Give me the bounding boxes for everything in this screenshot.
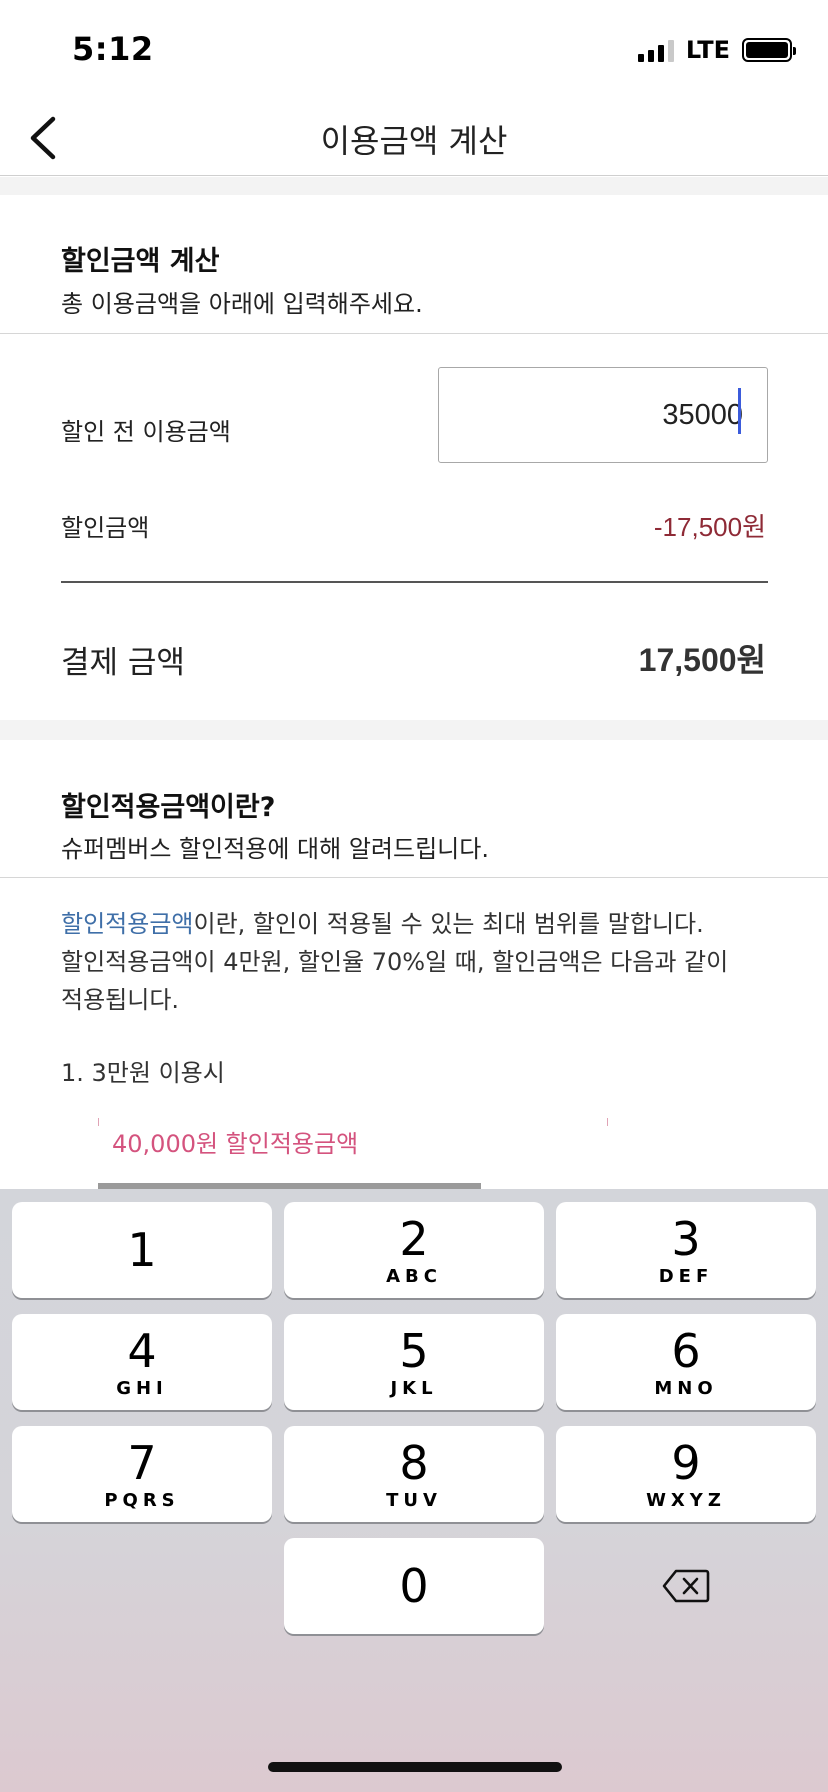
section-gap — [0, 177, 828, 195]
total-divider — [61, 581, 768, 583]
key-3[interactable]: 3 DEF — [556, 1202, 816, 1298]
highlight-term: 할인적용금액 — [61, 910, 194, 938]
key-4[interactable]: 4 GHI — [12, 1314, 272, 1410]
info-section-title: 할인적용금액이란? — [61, 792, 276, 823]
key-2[interactable]: 2 ABC — [284, 1202, 544, 1298]
section-gap — [0, 720, 828, 740]
info-section-subtitle: 슈퍼멤버스 할인적용에 대해 알려드립니다. — [61, 835, 489, 863]
key-6[interactable]: 6 MNO — [556, 1314, 816, 1410]
key-number: 2 — [399, 1211, 429, 1266]
key-number: 3 — [671, 1211, 701, 1266]
key-8[interactable]: 8 TUV — [284, 1426, 544, 1522]
key-9[interactable]: 9 WXYZ — [556, 1426, 816, 1522]
key-number: 6 — [671, 1323, 701, 1378]
status-bar: 5:12 LTE — [0, 0, 828, 100]
payment-amount: 17,500원 — [638, 642, 766, 678]
key-0[interactable]: 0 — [284, 1538, 544, 1634]
key-letters: PQRS — [104, 1489, 180, 1511]
delete-key[interactable] — [556, 1538, 816, 1634]
example-step-1: 1. 3만원 이용시 — [61, 1059, 225, 1087]
status-indicators: LTE — [637, 36, 796, 64]
key-letters: GHI — [116, 1377, 168, 1399]
key-letters: WXYZ — [646, 1489, 726, 1511]
calc-section-subtitle: 총 이용금액을 아래에 입력해주세요. — [61, 290, 423, 318]
key-5[interactable]: 5 JKL — [284, 1314, 544, 1410]
signal-icon — [637, 38, 674, 62]
divider — [0, 333, 828, 334]
key-number: 7 — [127, 1435, 157, 1490]
key-letters: ABC — [386, 1265, 442, 1287]
key-number: 5 — [399, 1323, 429, 1378]
diagram-label: 40,000원 할인적용금액 — [112, 1130, 359, 1158]
key-letters: TUV — [386, 1489, 442, 1511]
divider — [0, 877, 828, 878]
info-line-1: 이란, 할인이 적용될 수 있는 최대 범위를 말합니다. — [193, 910, 704, 938]
info-line-2: 할인적용금액이 4만원, 할인율 70%일 때, 할인금액은 다음과 같이 — [61, 948, 729, 976]
key-letters: JKL — [390, 1377, 438, 1399]
calc-section-title: 할인금액 계산 — [61, 246, 220, 277]
info-line-3: 적용됩니다. — [61, 986, 180, 1014]
pre-discount-amount-input[interactable] — [438, 367, 768, 463]
diagram-tick — [607, 1118, 608, 1126]
key-letters: MNO — [654, 1377, 718, 1399]
discount-label: 할인금액 — [61, 514, 150, 542]
page-title: 이용금액 계산 — [320, 122, 508, 160]
network-type: LTE — [685, 36, 730, 64]
key-number: 1 — [127, 1223, 157, 1277]
key-number: 4 — [127, 1323, 157, 1378]
key-1[interactable]: 1 — [12, 1202, 272, 1298]
home-indicator[interactable] — [268, 1762, 562, 1772]
backspace-icon — [662, 1569, 710, 1603]
diagram-tick — [98, 1118, 99, 1126]
battery-icon — [742, 38, 796, 62]
discount-amount: -17,500원 — [653, 512, 766, 542]
text-caret — [738, 388, 741, 434]
key-number: 8 — [399, 1435, 429, 1490]
key-7[interactable]: 7 PQRS — [12, 1426, 272, 1522]
key-letters: DEF — [658, 1265, 714, 1287]
key-number: 9 — [671, 1435, 701, 1490]
pre-discount-label: 할인 전 이용금액 — [61, 418, 231, 446]
key-number: 0 — [399, 1559, 429, 1613]
nav-bar: 이용금액 계산 — [0, 100, 828, 176]
payment-label: 결제 금액 — [61, 645, 185, 681]
info-description: 할인적용금액이란, 할인이 적용될 수 있는 최대 범위를 말합니다. 할인적용… — [61, 905, 781, 1019]
status-time: 5:12 — [72, 30, 154, 68]
